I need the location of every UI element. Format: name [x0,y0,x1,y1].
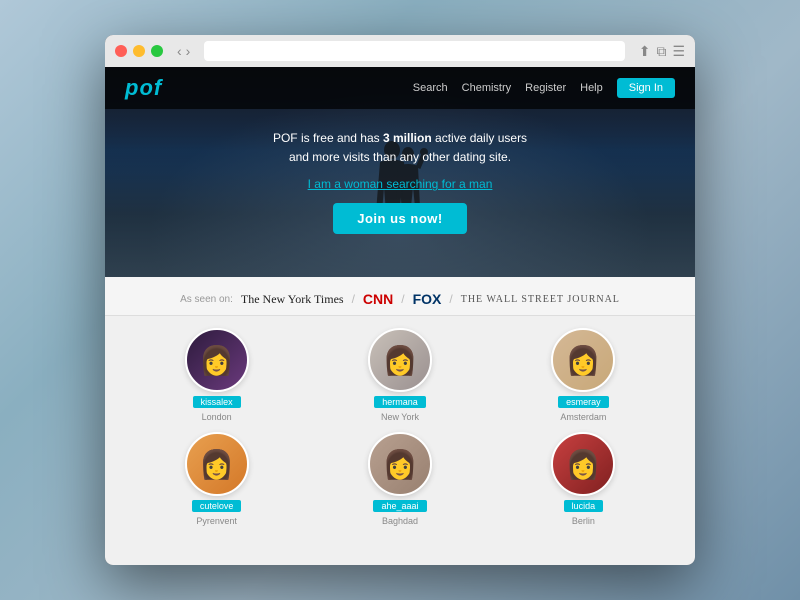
address-bar[interactable] [204,41,624,61]
profile-item: 👩 kissalex London [135,328,298,422]
press-nyt: The New York Times [241,292,344,307]
avatar: 👩 [551,328,615,392]
nav-chemistry[interactable]: Chemistry [462,82,512,94]
profiles-section: 👩 kissalex London 👩 hermana New York 👩 e… [105,316,695,565]
maximize-dot[interactable] [151,45,163,57]
press-fox: FOX [413,291,442,307]
profile-name[interactable]: ahe_aaai [373,500,426,512]
sign-in-button[interactable]: Sign In [617,78,675,98]
forward-button[interactable]: › [186,43,191,59]
site-navbar: pof Search Chemistry Register Help Sign … [105,67,695,109]
target-selector[interactable]: man [469,177,492,191]
profile-item: 👩 cutelove Pyrenvent [135,432,298,526]
profile-item: 👩 esmeray Amsterdam [502,328,665,422]
avatar: 👩 [185,328,249,392]
close-dot[interactable] [115,45,127,57]
profile-name[interactable]: cutelove [192,500,242,512]
browser-content: pof Search Chemistry Register Help Sign … [105,67,695,565]
gender-selector[interactable]: woman [344,177,383,191]
profile-name[interactable]: lucida [564,500,604,512]
press-row: As seen on: The New York Times / CNN / F… [125,291,675,307]
profile-city: Berlin [572,516,595,526]
profile-name[interactable]: kissalex [193,396,241,408]
press-section: As seen on: The New York Times / CNN / F… [105,277,695,315]
share-icon[interactable]: ⬆ [639,43,651,60]
profile-city: Baghdad [382,516,418,526]
press-cnn: CNN [363,291,393,307]
profile-name[interactable]: esmeray [558,396,609,408]
browser-window: ‹ › ⬆ ⧉ ☰ [105,35,695,565]
profile-city: Pyrenvent [196,516,237,526]
profile-city: London [202,412,232,422]
profile-city: Amsterdam [560,412,606,422]
hero-content: POF is free and has 3 million active dai… [105,109,695,234]
browser-titlebar: ‹ › ⬆ ⧉ ☰ [105,35,695,67]
press-sep-1: / [352,292,355,306]
profiles-row-2: 👩 cutelove Pyrenvent 👩 ahe_aaai Baghdad … [135,432,665,526]
back-button[interactable]: ‹ [177,43,182,59]
press-label: As seen on: [180,294,233,305]
press-sep-3: / [449,292,452,306]
hero-tagline-line3: and more visits than any other dating si… [289,150,511,164]
avatar: 👩 [551,432,615,496]
nav-search[interactable]: Search [413,82,448,94]
hero-section: pof Search Chemistry Register Help Sign … [105,67,695,277]
profile-item: 👩 hermana New York [318,328,481,422]
bookmark-icon[interactable]: ⧉ [656,43,666,60]
hero-tagline: POF is free and has 3 million active dai… [105,129,695,167]
nav-links: Search Chemistry Register Help Sign In [413,78,675,98]
profile-item: 👩 lucida Berlin [502,432,665,526]
profile-name[interactable]: hermana [374,396,426,408]
join-button[interactable]: Join us now! [333,203,466,234]
avatar: 👩 [368,328,432,392]
hero-bold-stat: 3 million [383,131,432,145]
press-sep-2: / [401,292,404,306]
row-spacer [135,422,665,432]
avatar: 👩 [368,432,432,496]
avatar: 👩 [185,432,249,496]
profile-item: 👩 ahe_aaai Baghdad [318,432,481,526]
profile-city: New York [381,412,419,422]
site-logo: pof [125,75,162,101]
hero-search-text: I am a woman searching for a man [105,177,695,191]
nav-register[interactable]: Register [525,82,566,94]
profiles-row-1: 👩 kissalex London 👩 hermana New York 👩 e… [135,328,665,422]
sidebar-icon[interactable]: ☰ [672,43,685,60]
minimize-dot[interactable] [133,45,145,57]
press-wsj: THE WALL STREET JOURNAL [461,294,620,305]
nav-help[interactable]: Help [580,82,603,94]
